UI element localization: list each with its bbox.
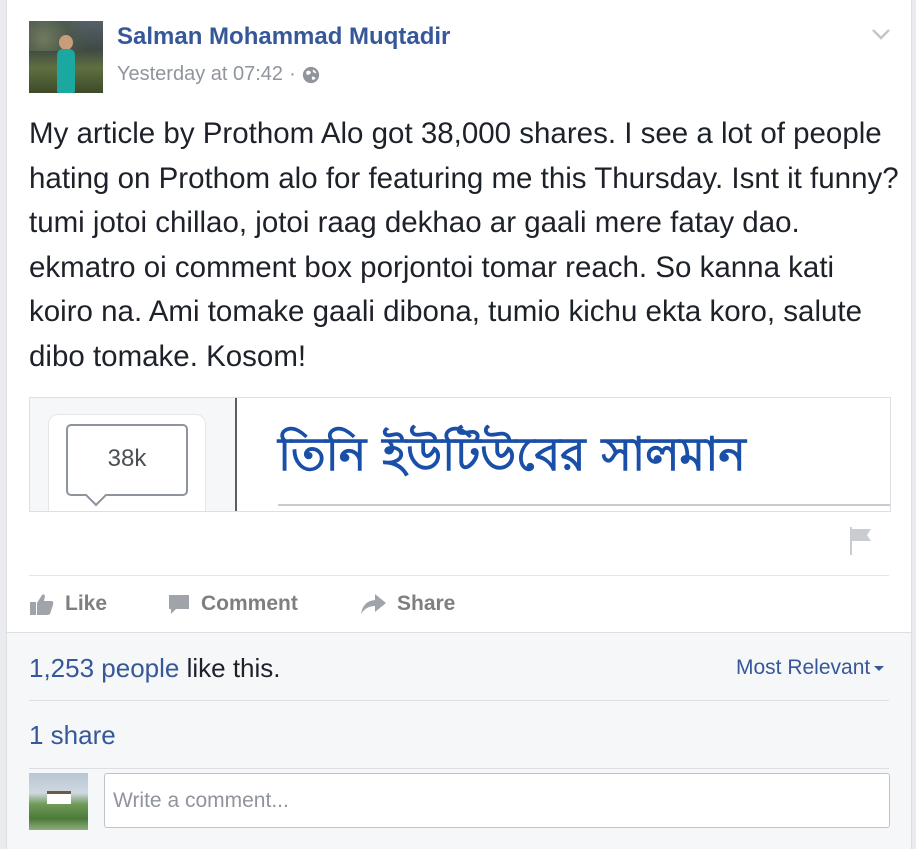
action-separator [29, 575, 889, 576]
likes-suffix: like this. [179, 653, 281, 683]
commenter-avatar [29, 773, 88, 830]
preview-thumbnail: 38k [30, 398, 235, 511]
post-card: Salman Mohammad Muqtadir Yesterday at 07… [6, 0, 912, 632]
comment-button[interactable]: Comment [167, 585, 298, 623]
preview-divider [235, 398, 237, 511]
link-preview[interactable]: 38k তিনি ইউটিউবের সালমান [29, 397, 891, 512]
share-label: Share [397, 592, 456, 615]
share-button[interactable]: Share [359, 585, 455, 623]
likes-count-link[interactable]: 1,253 people [29, 653, 179, 683]
share-count-text: 38k [107, 445, 147, 472]
preview-headline: তিনি ইউটিউবের সালমান [278, 427, 746, 481]
divider [29, 700, 889, 701]
speech-bubble-icon [169, 595, 189, 614]
action-bar: Like Comment Share [29, 585, 889, 625]
caret-down-icon [874, 665, 885, 671]
likes-summary: 1,253 people like this. [29, 653, 281, 684]
thumbs-up-icon [30, 594, 54, 615]
comment-input[interactable] [104, 773, 890, 828]
avatar-figure-body [57, 49, 75, 93]
like-label: Like [65, 592, 108, 615]
sort-label: Most Relevant [736, 656, 871, 679]
share-count-bubble: 38k [66, 424, 188, 496]
like-button[interactable]: Like [29, 585, 107, 623]
headline-underline [278, 504, 890, 506]
avatar-figure-head [59, 35, 73, 50]
reactions-section: 1,253 people like this. Most Relevant 1 … [6, 632, 912, 849]
meta-separator: · [289, 63, 296, 85]
divider [29, 768, 889, 769]
comment-label: Comment [201, 592, 298, 615]
shares-count-link[interactable]: 1 share [29, 720, 116, 751]
flag-icon[interactable] [847, 525, 875, 557]
globe-icon [302, 66, 319, 83]
author-avatar[interactable] [29, 21, 103, 93]
share-arrow-icon [361, 594, 386, 614]
author-name-link[interactable]: Salman Mohammad Muqtadir [117, 23, 450, 51]
comment-sort-dropdown[interactable]: Most Relevant [736, 656, 885, 680]
post-body-text: My article by Prothom Alo got 38,000 sha… [29, 117, 899, 373]
post-timestamp[interactable]: Yesterday at 07:42 [117, 63, 283, 86]
avatar-house [47, 791, 71, 804]
post-meta: Yesterday at 07:42 · [117, 63, 320, 86]
chevron-down-icon[interactable] [869, 24, 893, 44]
